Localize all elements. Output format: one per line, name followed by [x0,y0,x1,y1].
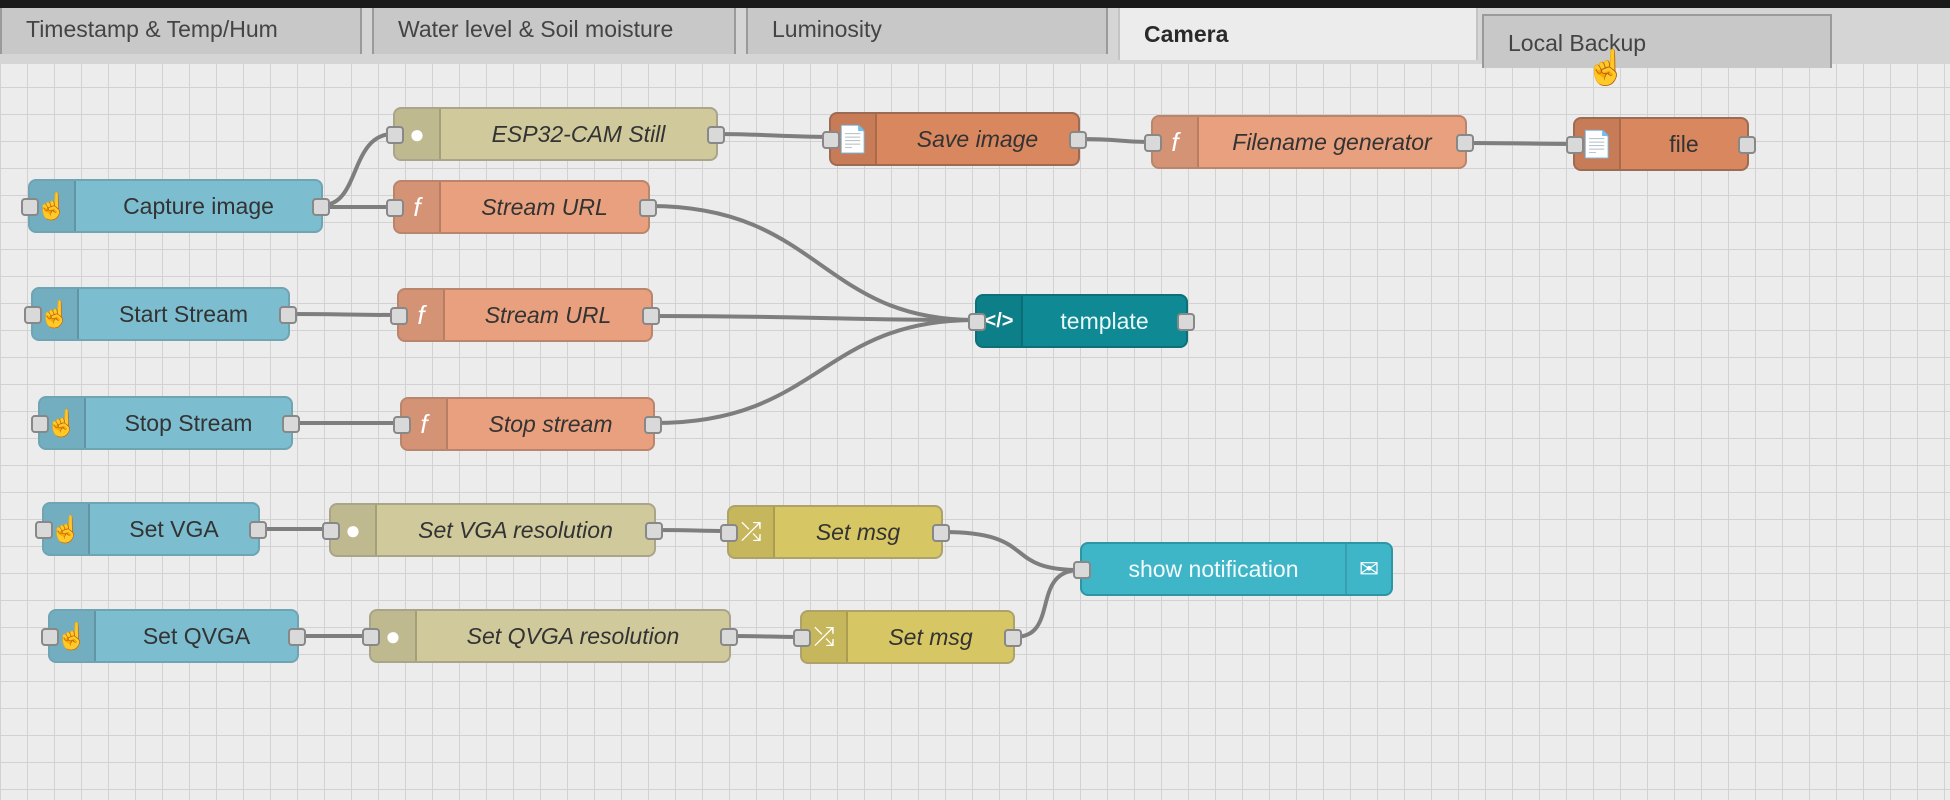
output-port[interactable] [1069,131,1087,149]
node-label: file [1669,130,1699,157]
input-port[interactable] [390,307,408,325]
input-port[interactable] [1566,136,1584,154]
node-label: Stop Stream [124,409,253,436]
input-port[interactable] [822,131,840,149]
input-port[interactable] [1144,134,1162,152]
node-set-qvga-resolution[interactable]: ● Set QVGA resolution [362,609,738,663]
output-port[interactable] [249,521,267,539]
node-set-msg-1[interactable]: ⤮ Set msg [720,505,950,559]
input-port[interactable] [386,126,404,144]
node-file[interactable]: 📄 file [1566,117,1756,171]
node-template[interactable]: </> template [968,294,1195,348]
input-port[interactable] [386,199,404,217]
output-port[interactable] [1456,134,1474,152]
output-port[interactable] [645,522,663,540]
tab-luminosity[interactable]: Luminosity [746,0,1108,54]
node-label: Set msg [888,623,973,650]
tab-local-backup[interactable]: Local Backup [1482,14,1832,68]
node-capture-image[interactable]: ☝ Capture image [21,179,330,233]
button-port[interactable] [21,198,39,216]
node-label: ESP32-CAM Still [491,120,666,147]
button-port[interactable] [31,415,49,433]
button-port[interactable] [41,628,59,646]
tab-timestamp-temp-hum[interactable]: Timestamp & Temp/Hum [0,0,362,54]
node-stream-url-2[interactable]: f Stream URL [390,288,660,342]
output-port[interactable] [279,306,297,324]
node-save-image[interactable]: 📄 Save image [822,112,1087,166]
output-port[interactable] [1177,313,1195,331]
node-label: Filename generator [1232,128,1432,155]
input-port[interactable] [362,628,380,646]
button-port[interactable] [24,306,42,324]
hand-cursor-icon: ☝ [1585,49,1628,87]
node-label: Start Stream [118,300,249,327]
node-label: Save image [916,125,1039,152]
node-show-notification[interactable]: show notification ✉ [1073,542,1393,596]
input-port[interactable] [1073,561,1091,579]
output-port[interactable] [720,628,738,646]
tab-bar: Timestamp & Temp/Hum Water level & Soil … [0,0,1950,68]
input-port[interactable] [322,522,340,540]
input-port[interactable] [720,524,738,542]
button-port[interactable] [35,521,53,539]
tab-water-level-soil-moisture[interactable]: Water level & Soil moisture [372,0,736,54]
output-port[interactable] [282,415,300,433]
node-stream-url-1[interactable]: f Stream URL [386,180,657,234]
node-set-vga[interactable]: ☝ Set VGA [35,502,267,556]
node-label: Set VGA resolution [418,516,613,543]
output-port[interactable] [312,198,330,216]
window-top-edge [0,0,1950,8]
node-filename-generator[interactable]: f Filename generator [1144,115,1474,169]
output-port[interactable] [707,126,725,144]
node-label: Stream URL [481,193,608,220]
node-label: template [1060,307,1149,334]
node-esp32-cam-still[interactable]: ● ESP32-CAM Still [386,107,725,161]
node-label: Stop stream [488,410,613,437]
input-port[interactable] [393,416,411,434]
output-port[interactable] [642,307,660,325]
node-label: Set VGA [129,515,219,542]
output-port[interactable] [288,628,306,646]
input-port[interactable] [793,629,811,647]
node-label: show notification [1128,555,1299,582]
node-stop-stream-function[interactable]: f Stop stream [393,397,662,451]
node-label: Stream URL [484,301,612,328]
node-label: Capture image [123,192,274,219]
node-set-vga-resolution[interactable]: ● Set VGA resolution [322,503,663,557]
node-label: Set msg [815,518,901,545]
output-port[interactable] [644,416,662,434]
output-port[interactable] [1004,629,1022,647]
output-port[interactable] [639,199,657,217]
output-port[interactable] [1738,136,1756,154]
node-stop-stream-button[interactable]: ☝ Stop Stream [31,396,300,450]
input-port[interactable] [968,313,986,331]
node-set-msg-2[interactable]: ⤮ Set msg [793,610,1022,664]
node-set-qvga[interactable]: ☝ Set QVGA [41,609,306,663]
node-label: Set QVGA resolution [466,622,680,649]
output-port[interactable] [932,524,950,542]
envelope-icon: ✉ [1345,544,1391,594]
node-start-stream[interactable]: ☝ Start Stream [24,287,297,341]
tab-camera[interactable]: Camera [1118,0,1478,60]
node-label: Set QVGA [142,622,251,649]
